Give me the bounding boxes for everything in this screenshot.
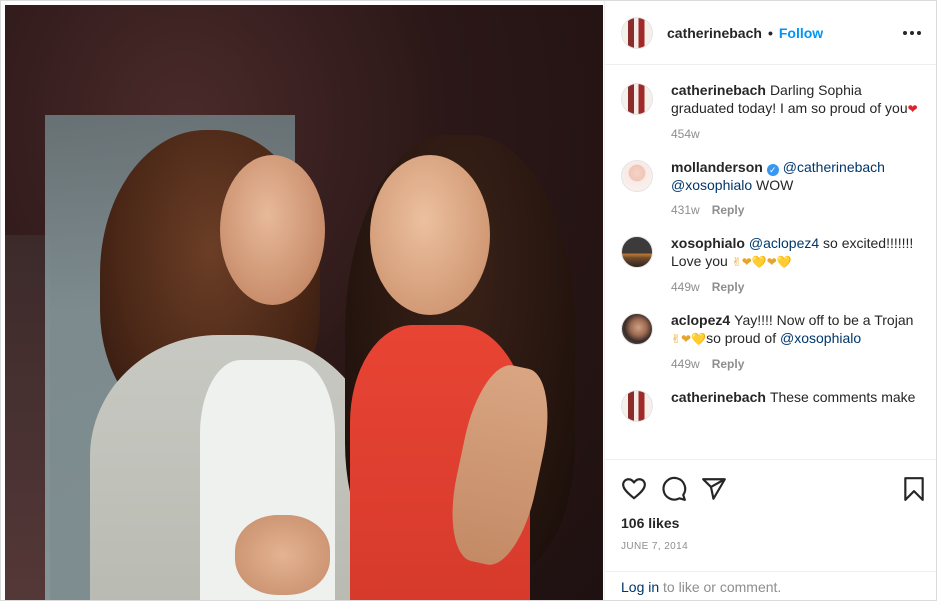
comment-avatar[interactable] <box>621 236 653 268</box>
comment-mention[interactable]: @catherinebach <box>783 159 885 175</box>
reply-button[interactable]: Reply <box>712 203 745 217</box>
comment-avatar[interactable] <box>621 313 653 345</box>
bookmark-icon[interactable] <box>901 476 927 502</box>
comment-time[interactable]: 449w <box>671 357 700 371</box>
author-avatar[interactable] <box>621 16 653 49</box>
comment-emoji: ✌❤💛❤💛 <box>731 255 792 269</box>
comment-mention[interactable]: @xosophialo <box>671 177 752 193</box>
reply-button[interactable]: Reply <box>712 357 745 371</box>
comments-list[interactable]: catherinebach Darling Sophia graduated to… <box>605 65 936 459</box>
login-prompt: Log in to like or comment. <box>605 571 936 600</box>
action-icons <box>621 476 924 502</box>
comment-item: xosophialo @aclopez4 so excited!!!!!!! Lo… <box>621 234 923 295</box>
comment-text: These comments make <box>769 389 916 405</box>
post-dialog: catherinebach • Follow catherinebach Darl… <box>0 0 937 601</box>
author-username[interactable]: catherinebach <box>667 25 762 41</box>
share-icon[interactable] <box>701 476 727 502</box>
caption: catherinebach Darling Sophia graduated to… <box>621 81 923 142</box>
comment-mention[interactable]: @aclopez4 <box>749 235 819 251</box>
comment-emoji: ✌❤💛 <box>671 332 707 346</box>
photo-door <box>5 235 50 600</box>
comment-icon[interactable] <box>661 476 687 502</box>
comment-time[interactable]: 449w <box>671 280 700 294</box>
side-panel: catherinebach • Follow catherinebach Darl… <box>604 1 936 600</box>
follow-button[interactable]: Follow <box>779 25 823 41</box>
heart-icon[interactable] <box>621 476 647 502</box>
comment-item: mollanderson ✓ @catherinebach @xosophialo … <box>621 158 923 218</box>
verified-icon: ✓ <box>766 164 779 176</box>
comment-mention[interactable]: @xosophialo <box>780 330 861 346</box>
comment-username[interactable]: mollanderson <box>671 159 763 175</box>
more-icon[interactable] <box>903 23 921 43</box>
photo-person-right-face <box>370 155 490 315</box>
comment-username[interactable]: xosophialo <box>671 235 745 251</box>
post-header: catherinebach • Follow <box>605 1 936 65</box>
photo-person-left-face <box>220 155 325 305</box>
photo-hands <box>235 515 330 595</box>
reply-button[interactable]: Reply <box>712 280 745 294</box>
caption-username[interactable]: catherinebach <box>671 82 766 98</box>
post-photo[interactable] <box>5 5 603 600</box>
comment-item: catherinebach These comments make <box>621 388 923 422</box>
action-bar: 106 likes JUNE 7, 2014 <box>605 459 936 571</box>
caption-avatar[interactable] <box>621 83 653 115</box>
comment-text: Yay!!!! Now off to be a Trojan <box>734 312 914 328</box>
comment-username[interactable]: aclopez4 <box>671 312 730 328</box>
login-link[interactable]: Log in <box>621 579 659 595</box>
caption-emoji: ❤ <box>907 102 918 116</box>
comment-text: WOW <box>752 177 794 193</box>
comment-avatar[interactable] <box>621 390 653 422</box>
caption-time[interactable]: 454w <box>671 127 700 141</box>
post-date[interactable]: JUNE 7, 2014 <box>621 541 688 552</box>
likes-count[interactable]: 106 likes <box>621 515 679 531</box>
comment-username[interactable]: catherinebach <box>671 389 766 405</box>
comment-time[interactable]: 431w <box>671 203 700 217</box>
comment-avatar[interactable] <box>621 160 653 192</box>
login-text: to like or comment. <box>659 579 782 595</box>
comment-text: so proud of <box>706 330 780 346</box>
comment-item: aclopez4 Yay!!!! Now off to be a Trojan ✌… <box>621 311 923 372</box>
separator-dot: • <box>767 24 773 41</box>
